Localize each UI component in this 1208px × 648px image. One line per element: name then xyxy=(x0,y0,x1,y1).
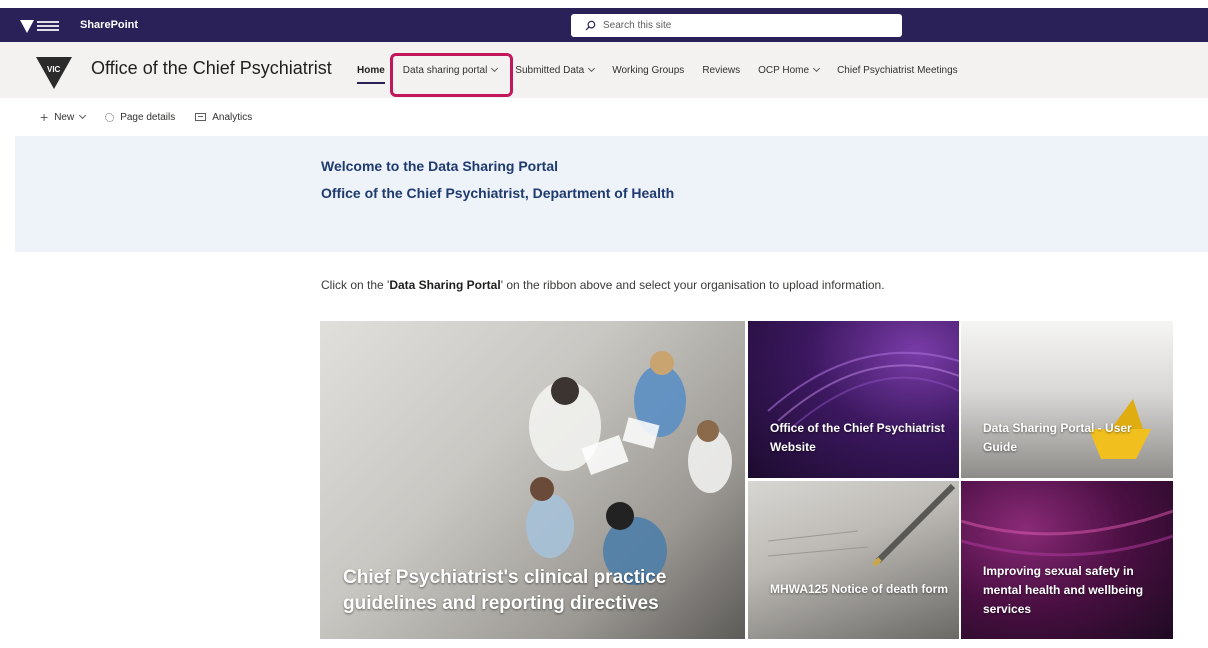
chevron-down-icon xyxy=(491,64,499,73)
nav-item-data-sharing-portal[interactable]: Data sharing portal xyxy=(394,42,507,98)
chevron-down-icon xyxy=(813,64,821,73)
nav-item-label: Reviews xyxy=(702,64,741,76)
pen-on-paper-graphic xyxy=(767,483,956,567)
nav-item-label: OCP Home xyxy=(758,64,810,76)
suite-bar: SharePoint xyxy=(0,0,1208,42)
command-bar: + New Page details Analytics xyxy=(0,98,1208,136)
tile-death-form[interactable]: MHWA125 Notice of death form xyxy=(748,481,959,639)
analytics-label: Analytics xyxy=(212,111,253,123)
tile-ocp-website[interactable]: Office of the Chief Psychiatrist Website xyxy=(748,321,959,478)
nav-item-label: Submitted Data xyxy=(515,64,585,76)
top-nav: Home Data sharing portal Submitted Data Wor… xyxy=(357,42,967,98)
search-input[interactable] xyxy=(603,20,863,31)
plus-icon: + xyxy=(40,109,49,125)
welcome-subheading: Office of the Chief Psychiatrist, Depart… xyxy=(321,185,675,201)
tile-clinical-guidelines[interactable]: Chief Psychiatrist's clinical practice g… xyxy=(320,321,745,639)
site-title[interactable]: Office of the Chief Psychiatrist xyxy=(91,58,332,79)
tile-caption: Data Sharing Portal - User Guide xyxy=(983,421,1132,454)
instruction-after: ' on the ribbon above and select your or… xyxy=(500,278,885,292)
nav-item-label: Chief Psychiatrist Meetings xyxy=(837,64,958,76)
vic-logo-icon[interactable]: VIC xyxy=(36,55,72,89)
nav-item-chief-psychiatrist-meetings[interactable]: Chief Psychiatrist Meetings xyxy=(828,42,967,98)
search-icon xyxy=(585,20,596,31)
victoria-logo-icon[interactable] xyxy=(20,14,60,38)
nav-item-working-groups[interactable]: Working Groups xyxy=(603,42,693,98)
nav-item-label: Working Groups xyxy=(612,64,685,76)
nav-item-label: Home xyxy=(357,64,385,76)
analytics-icon xyxy=(195,113,207,121)
nav-item-submitted-data[interactable]: Submitted Data xyxy=(506,42,603,98)
tile-caption: MHWA125 Notice of death form xyxy=(770,582,949,596)
tile-user-guide[interactable]: Data Sharing Portal - User Guide xyxy=(961,321,1173,478)
chevron-down-icon xyxy=(588,64,596,73)
instruction-before: Click on the ' xyxy=(321,278,390,292)
nav-item-reviews[interactable]: Reviews xyxy=(693,42,749,98)
nav-item-label: Data sharing portal xyxy=(402,64,488,76)
sharepoint-app-name[interactable]: SharePoint xyxy=(80,19,138,31)
tile-sexual-safety[interactable]: Improving sexual safety in mental health… xyxy=(961,481,1173,639)
nav-item-home[interactable]: Home xyxy=(357,42,394,98)
new-button[interactable]: + New xyxy=(40,109,87,125)
gear-icon xyxy=(105,112,115,122)
tile-caption: Chief Psychiatrist's clinical practice g… xyxy=(343,567,667,614)
chevron-down-icon xyxy=(79,111,87,120)
instruction-text: Click on the 'Data Sharing Portal' on th… xyxy=(321,278,885,292)
page-details-label: Page details xyxy=(120,111,176,123)
svg-text:VIC: VIC xyxy=(47,65,61,74)
instruction-bold: Data Sharing Portal xyxy=(389,278,501,292)
new-label: New xyxy=(54,111,75,123)
page-details-button[interactable]: Page details xyxy=(105,112,175,123)
site-header: VIC Office of the Chief Psychiatrist Hom… xyxy=(0,42,1208,98)
welcome-heading: Welcome to the Data Sharing Portal xyxy=(321,158,559,174)
nav-item-ocp-home[interactable]: OCP Home xyxy=(749,42,828,98)
tile-caption: Improving sexual safety in mental health… xyxy=(983,564,1144,616)
site-search-box[interactable] xyxy=(571,14,902,37)
tile-caption: Office of the Chief Psychiatrist Website xyxy=(770,421,945,454)
analytics-button[interactable]: Analytics xyxy=(195,112,252,123)
